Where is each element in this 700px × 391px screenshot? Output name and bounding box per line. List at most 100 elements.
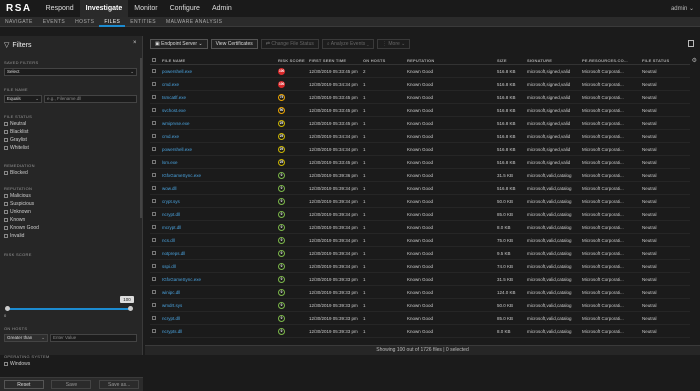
checkbox[interactable] [152,133,156,138]
checkbox[interactable] [152,328,156,333]
nav-monitor[interactable]: Monitor [128,0,163,17]
header-pe-resources[interactable]: PE.RESOURCES.CO... [580,58,640,63]
file-name-link[interactable]: IGfxGameSync.exe [160,173,276,178]
table-row[interactable]: wow.dll 0 12/30/2019 05:39:34 pm 1 Known Goo… [150,182,690,195]
table-row[interactable]: cmd.exe 100 12/30/2019 05:34:34 pm 1 Known G… [150,78,690,91]
header-file-name[interactable]: FILE NAME [160,58,276,63]
nav-respond[interactable]: Respond [40,0,80,17]
checkbox-graylist[interactable]: Graylist [4,137,27,143]
header-first-seen[interactable]: FIRST SEEN TIME [307,58,361,63]
tab-hosts[interactable]: HOSTS [70,17,99,27]
checkbox[interactable] [152,263,156,268]
table-row[interactable]: ncs.dll 0 12/30/2019 05:39:34 pm 1 Known Goo… [150,234,690,247]
checkbox-blocked[interactable]: Blocked [4,170,28,176]
checkbox-blacklist[interactable]: Blacklist [4,129,28,135]
nav-admin[interactable]: Admin [206,0,238,17]
checkbox[interactable] [152,120,156,125]
header-signature[interactable]: SIGNATURE [525,58,580,63]
table-row[interactable]: mcrypt.dll 0 12/30/2019 05:39:34 pm 1 Known … [150,221,690,234]
checkbox-neutral[interactable]: Neutral [4,121,26,127]
checkbox-known-good[interactable]: Known Good [4,225,39,231]
file-name-link[interactable]: cmd.exe [160,82,276,87]
file-name-operator-select[interactable]: Equals ⌄ [4,95,42,103]
file-name-link[interactable]: lsm.exe [160,160,276,165]
view-certificates-button[interactable]: View Certificates [210,39,258,49]
on-hosts-input[interactable]: Enter Value [50,334,137,342]
checkbox[interactable] [152,250,156,255]
row-checkbox[interactable] [150,263,160,269]
file-name-link[interactable]: winipc.dll [160,290,276,295]
checkbox[interactable] [152,159,156,164]
file-name-link[interactable]: ncrypt.dll [160,316,276,321]
row-checkbox[interactable] [150,328,160,334]
tab-events[interactable]: EVENTS [38,17,70,27]
row-checkbox[interactable] [150,68,160,74]
table-row[interactable]: svchost.exe 50 12/30/2019 05:33:45 pm 1 Know… [150,104,690,117]
table-row[interactable]: notpreps.dll 0 12/30/2019 05:39:34 pm 1 Know… [150,247,690,260]
table-row[interactable]: wmiprvse.exe 25 12/30/2019 05:33:45 pm 1 Kno… [150,117,690,130]
checkbox-unknown[interactable]: Unknown [4,209,31,215]
table-row[interactable]: sspi.dll 0 12/30/2019 05:39:34 pm 1 Known Go… [150,260,690,273]
row-checkbox[interactable] [150,120,160,126]
row-checkbox[interactable] [150,276,160,282]
file-name-link[interactable]: powershell.exe [160,147,276,152]
file-name-link[interactable]: wmdrt.sys [160,303,276,308]
file-name-link[interactable]: powershell.exe [160,69,276,74]
save-as-button[interactable]: Save as... [99,380,140,389]
header-file-status[interactable]: FILE STATUS [640,58,690,63]
checkbox[interactable] [152,107,156,112]
row-checkbox[interactable] [150,224,160,230]
table-row[interactable]: ncrypt.dll 0 12/30/2019 05:39:33 pm 1 Known … [150,312,690,325]
row-checkbox[interactable] [150,211,160,217]
header-select-all[interactable] [150,57,160,63]
file-name-link[interactable]: crypt.sys [160,199,276,204]
checkbox-windows[interactable]: Windows [4,361,30,367]
table-row[interactable]: powershell.exe 25 12/30/2019 05:34:34 pm 1 K… [150,143,690,156]
row-checkbox[interactable] [150,289,160,295]
checkbox[interactable] [152,211,156,216]
row-checkbox[interactable] [150,315,160,321]
row-checkbox[interactable] [150,198,160,204]
table-row[interactable]: IGfxGameSync.exe 0 12/30/2019 05:39:33 pm 1… [150,273,690,286]
checkbox[interactable] [152,289,156,294]
header-on-hosts[interactable]: ON HOSTS [361,58,405,63]
checkbox[interactable] [152,81,156,86]
risk-slider-min-handle[interactable] [5,306,10,311]
checkbox-whitelist[interactable]: Whitelist [4,145,29,151]
checkbox-invalid[interactable]: Invalid [4,233,24,239]
checkbox-malicious[interactable]: Malicious [4,193,31,199]
table-row[interactable]: cmd.exe 25 12/30/2019 05:34:34 pm 1 Known Go… [150,130,690,143]
row-checkbox[interactable] [150,172,160,178]
table-row[interactable]: wmdrt.sys 0 12/30/2019 05:39:33 pm 1 Known G… [150,299,690,312]
header-reputation[interactable]: REPUTATION [405,58,495,63]
checkbox-known[interactable]: Known [4,217,25,223]
table-row[interactable]: IGfxGameSync.exe 0 12/30/2019 05:39:36 pm 1… [150,169,690,182]
on-hosts-operator-select[interactable]: Greater than ⌄ [4,334,48,342]
header-risk-score[interactable]: RISK SCORE [276,58,307,63]
checkbox[interactable] [152,224,156,229]
gear-icon[interactable]: ⚙ [692,57,697,64]
checkbox[interactable] [152,276,156,281]
checkbox-suspicious[interactable]: Suspicious [4,201,34,207]
table-row[interactable]: lsm.exe 25 12/30/2019 05:33:45 pm 1 Known Go… [150,156,690,169]
file-name-link[interactable]: wow.dll [160,186,276,191]
checkbox[interactable] [152,315,156,320]
table-row[interactable]: powershell.exe 100 12/30/2019 05:33:45 pm 2… [150,65,690,78]
row-checkbox[interactable] [150,237,160,243]
file-name-link[interactable]: ncrypt.dll [160,212,276,217]
more-button[interactable]: ⋮ More ⌄ [377,39,411,49]
row-checkbox[interactable] [150,107,160,113]
tab-navigate[interactable]: NAVIGATE [0,17,38,27]
file-name-link[interactable]: svchost.exe [160,108,276,113]
nav-investigate[interactable]: Investigate [79,0,129,17]
row-checkbox[interactable] [150,250,160,256]
checkbox[interactable] [152,198,156,203]
tab-entities[interactable]: ENTITIES [125,17,161,27]
header-size[interactable]: SIZE [495,58,525,63]
row-checkbox[interactable] [150,81,160,87]
checkbox[interactable] [152,172,156,177]
saved-filters-select[interactable]: Select ⌄ [4,68,137,76]
close-icon[interactable]: × [133,40,137,46]
table-row[interactable]: crypt.sys 0 12/30/2019 05:39:34 pm 1 Known G… [150,195,690,208]
tab-files[interactable]: FILES [99,17,126,27]
